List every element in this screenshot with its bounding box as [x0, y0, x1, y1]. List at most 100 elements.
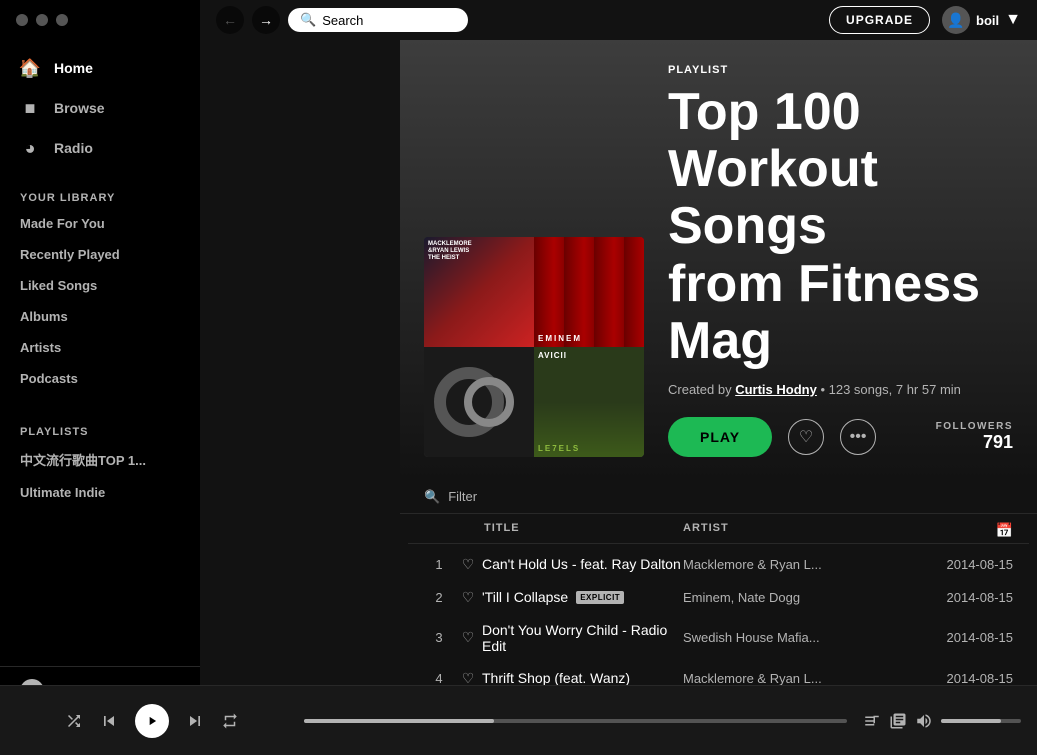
more-options-button[interactable]: •••: [840, 419, 876, 455]
cover-cell-1: MACKLEMORE&RYAN LEWISTHE HEIST: [424, 237, 534, 347]
col-artist: ARTIST: [683, 522, 903, 539]
radio-icon: ◕: [20, 138, 40, 158]
like-track-button[interactable]: ♡: [454, 629, 482, 646]
like-track-button[interactable]: ♡: [454, 556, 482, 573]
playlists-section-title: PLAYLISTS: [0, 410, 200, 442]
user-menu[interactable]: 👤 boil ▼: [942, 6, 1021, 34]
sidebar-item-label: Browse: [54, 100, 105, 116]
sidebar-item-made-for-you[interactable]: Made For You: [0, 208, 200, 239]
playlist-creator[interactable]: Curtis Hodny: [735, 382, 817, 397]
playlist-type-label: PLAYLIST: [668, 64, 1013, 76]
search-box[interactable]: 🔍: [288, 8, 468, 32]
sidebar-item-browse[interactable]: ■ Browse: [0, 88, 200, 128]
sidebar-item-albums[interactable]: Albums: [0, 301, 200, 332]
search-icon: 🔍: [300, 12, 316, 28]
playlist-info: PLAYLIST Top 100 Workout Songs from Fitn…: [668, 64, 1013, 457]
track-title: Can't Hold Us - feat. Ray Dalton: [482, 556, 683, 572]
sidebar-item-label: Home: [54, 60, 93, 76]
filter-row: 🔍 Filter: [400, 481, 1037, 514]
shuffle-button[interactable]: [65, 712, 83, 730]
track-number: 3: [424, 630, 454, 645]
browse-icon: ■: [20, 98, 40, 118]
repeat-button[interactable]: [221, 712, 239, 730]
sidebar-nav: 🏠 Home ■ Browse ◕ Radio: [0, 40, 200, 176]
topbar: ← → 🔍 UPGRADE 👤 boil ▼: [200, 0, 1037, 40]
sidebar-playlist-chinese-top[interactable]: 中文流行歌曲TOP 1...: [0, 442, 200, 477]
track-date: 2014-08-15: [903, 671, 1013, 686]
avatar: 👤: [942, 6, 970, 34]
track-date: 2014-08-15: [903, 590, 1013, 605]
col-title: TITLE: [484, 522, 683, 539]
table-header: TITLE ARTIST 📅: [408, 518, 1029, 544]
window-dot-1[interactable]: [16, 14, 28, 26]
search-input[interactable]: [322, 13, 462, 28]
home-icon: 🏠: [20, 58, 40, 78]
sidebar-item-home[interactable]: 🏠 Home: [0, 48, 200, 88]
volume-bar[interactable]: [941, 719, 1021, 723]
filter-label: Filter: [448, 489, 477, 504]
progress-bar[interactable]: [304, 719, 847, 723]
progress-fill: [304, 719, 494, 723]
cover-cell-2: EMINEM: [534, 237, 644, 347]
player-bar: [0, 685, 1037, 755]
track-title: Don't You Worry Child - Radio Edit: [482, 622, 683, 654]
like-track-button[interactable]: ♡: [454, 589, 482, 606]
user-name: boil: [976, 13, 999, 28]
sidebar-playlist-ultimate-indie[interactable]: Ultimate Indie: [0, 477, 200, 508]
window-dot-2[interactable]: [36, 14, 48, 26]
chevron-down-icon: ▼: [1005, 11, 1021, 29]
sidebar-item-liked-songs[interactable]: Liked Songs: [0, 270, 200, 301]
playlists-section: PLAYLISTS 中文流行歌曲TOP 1... Ultimate Indie: [0, 410, 200, 508]
lyrics-button[interactable]: [863, 712, 881, 730]
track-title: 'Till I Collapse EXPLICIT: [482, 589, 683, 605]
followers-info: FOLLOWERS 791: [936, 421, 1013, 453]
table-row[interactable]: 1 ♡ Can't Hold Us - feat. Ray Dalton Mac…: [408, 548, 1029, 581]
track-date: 2014-08-15: [903, 630, 1013, 645]
playlist-header: MACKLEMORE&RYAN LEWISTHE HEIST EMINEM: [400, 40, 1037, 481]
playlist-actions: PLAY ♡ ••• FOLLOWERS 791: [668, 417, 1013, 457]
sidebar-item-radio[interactable]: ◕ Radio: [0, 128, 200, 168]
songs-count: 123 songs: [829, 382, 889, 397]
play-pause-button[interactable]: [135, 704, 169, 738]
playlist-cover: MACKLEMORE&RYAN LEWISTHE HEIST EMINEM: [424, 237, 644, 457]
upgrade-button[interactable]: UPGRADE: [829, 6, 930, 34]
sidebar-item-label: Radio: [54, 140, 93, 156]
like-button[interactable]: ♡: [788, 419, 824, 455]
track-artist: Macklemore & Ryan L...: [683, 671, 903, 686]
table-row[interactable]: 2 ♡ 'Till I Collapse EXPLICIT Eminem, Na…: [408, 581, 1029, 614]
search-filter-icon: 🔍: [424, 489, 440, 505]
track-number: 1: [424, 557, 454, 572]
next-button[interactable]: [185, 711, 205, 731]
volume-button[interactable]: [915, 712, 933, 730]
window-dot-3[interactable]: [56, 14, 68, 26]
titlebar: [0, 0, 200, 40]
track-date: 2014-08-15: [903, 557, 1013, 572]
previous-button[interactable]: [99, 711, 119, 731]
track-artist: Eminem, Nate Dogg: [683, 590, 903, 605]
main-content: MACKLEMORE&RYAN LEWISTHE HEIST EMINEM: [400, 40, 1037, 715]
followers-count: 791: [936, 432, 1013, 453]
filter-area[interactable]: 🔍 Filter: [424, 489, 1013, 505]
followers-label: FOLLOWERS: [936, 421, 1013, 432]
sidebar-item-artists[interactable]: Artists: [0, 332, 200, 363]
playlist-meta: Created by Curtis Hodny • 123 songs, 7 h…: [668, 382, 1013, 397]
track-number: 2: [424, 590, 454, 605]
playlist-title: Top 100 Workout Songs from Fitness Mag: [668, 84, 1013, 370]
forward-button[interactable]: →: [252, 6, 280, 34]
sidebar-item-podcasts[interactable]: Podcasts: [0, 363, 200, 394]
progress-area: [304, 719, 847, 723]
player-right: [863, 712, 1021, 730]
queue-button[interactable]: [889, 712, 907, 730]
topbar-left: ← → 🔍: [216, 6, 468, 34]
sidebar-item-recently-played[interactable]: Recently Played: [0, 239, 200, 270]
back-button[interactable]: ←: [216, 6, 244, 34]
cover-cell-3: [424, 347, 534, 457]
main-layout: 🏠 Home ■ Browse ◕ Radio YOUR LIBRARY Mad…: [0, 0, 1037, 755]
table-row[interactable]: 3 ♡ Don't You Worry Child - Radio Edit S…: [408, 614, 1029, 662]
volume-fill: [941, 719, 1001, 723]
track-artist: Macklemore & Ryan L...: [683, 557, 903, 572]
library-section-title: YOUR LIBRARY: [0, 176, 200, 208]
track-number: 4: [424, 671, 454, 686]
play-button[interactable]: PLAY: [668, 417, 772, 457]
col-date-icon: 📅: [996, 522, 1013, 539]
